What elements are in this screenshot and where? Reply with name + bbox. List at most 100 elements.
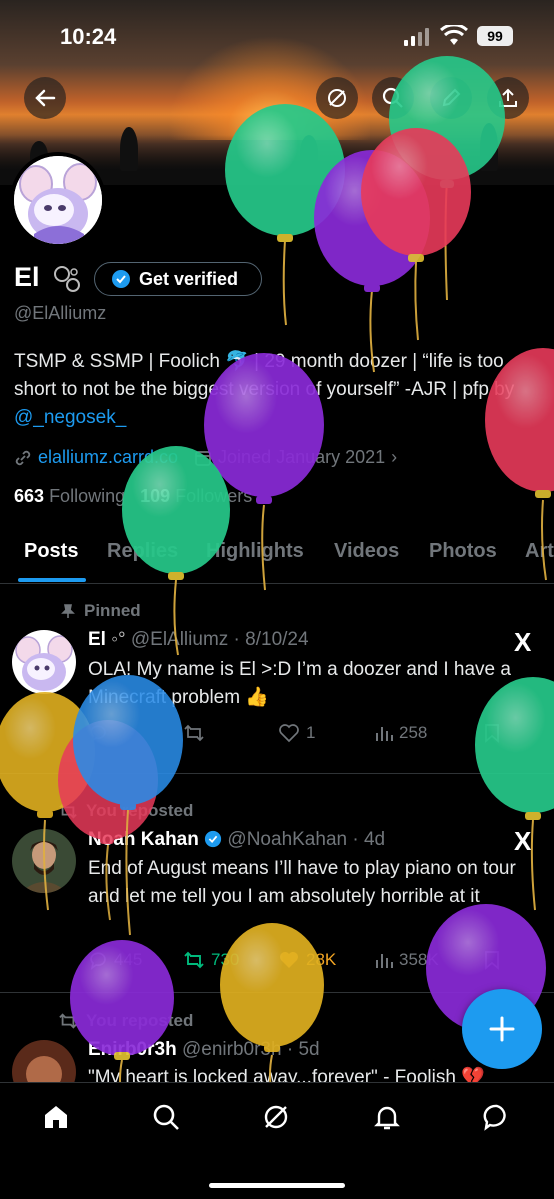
profile-tabs: Posts Replies Highlights Videos Photos A…	[0, 528, 554, 584]
like-icon	[279, 724, 299, 743]
website-link[interactable]: elalliumz.carrd.co	[38, 447, 178, 468]
banner-tree	[480, 123, 498, 171]
bookmark-button[interactable]	[483, 723, 501, 743]
active-tab-indicator	[18, 578, 86, 582]
compose-button[interactable]	[462, 989, 542, 1069]
tweet-avatar[interactable]	[12, 829, 76, 893]
tweet-actions: 445 730 28K 358K	[88, 950, 540, 970]
tweet-text: "My heart is locked away...forever" - Fo…	[88, 1067, 485, 1082]
views-button[interactable]: 358K	[373, 950, 483, 970]
home-icon	[45, 1106, 67, 1128]
followers-link[interactable]: 109 Followers	[140, 486, 252, 506]
wifi-icon	[440, 25, 468, 45]
grok-button[interactable]	[316, 77, 358, 119]
bottom-navigation	[0, 1082, 554, 1199]
share-icon	[499, 88, 517, 107]
search-button[interactable]	[372, 77, 414, 119]
tweet-actions: 1 258	[88, 723, 540, 743]
tweet-divider	[0, 992, 554, 993]
repost-button[interactable]	[183, 723, 278, 743]
pinned-label: Pinned	[60, 601, 141, 621]
status-bar: 10:24 99	[0, 0, 554, 70]
back-button[interactable]	[24, 77, 66, 119]
link-icon	[15, 450, 31, 465]
tweet-avatar[interactable]	[12, 630, 76, 694]
nav-notifications[interactable]	[367, 1097, 407, 1137]
tab-highlights[interactable]: Highlights	[206, 540, 304, 563]
search-icon	[153, 1104, 179, 1130]
tweet-author-name: El	[88, 629, 106, 650]
get-verified-button[interactable]: Get verified	[94, 262, 262, 296]
tab-videos[interactable]: Videos	[334, 540, 399, 563]
reply-icon	[90, 952, 106, 970]
nav-home[interactable]	[36, 1097, 76, 1137]
tab-replies[interactable]: Replies	[107, 540, 178, 563]
plus-icon	[489, 1016, 515, 1042]
edit-button[interactable]	[430, 77, 472, 119]
like-icon	[280, 952, 298, 968]
pin-icon	[61, 604, 75, 618]
home-indicator[interactable]	[209, 1183, 345, 1188]
tweet-divider	[0, 773, 554, 774]
tweet-text: End of August means I’ll have to play pi…	[88, 858, 516, 907]
reposted-label: You reposted	[58, 801, 193, 821]
reposted-label: You reposted	[58, 1011, 193, 1031]
joined-date: Joined January 2021	[218, 447, 386, 467]
avatar-illustration	[14, 156, 102, 244]
tweet-date: 5d	[298, 1039, 320, 1060]
nav-grok[interactable]	[256, 1097, 296, 1137]
search-icon	[382, 87, 403, 108]
follow-counts: 663 Following 109 Followers	[14, 486, 252, 507]
banner-tree	[300, 135, 318, 171]
bookmark-icon	[485, 951, 499, 970]
reply-button[interactable]: 445	[88, 950, 183, 970]
profile-avatar[interactable]	[10, 152, 106, 248]
x-logo-icon[interactable]: X	[514, 826, 531, 857]
tab-posts[interactable]: Posts	[24, 540, 78, 563]
cell-signal-icon	[404, 28, 429, 46]
repost-button[interactable]: 730	[183, 950, 278, 970]
bookmark-button[interactable]	[483, 950, 501, 970]
repost-icon	[59, 1013, 77, 1029]
tweet-author-name: Enirb0r3h	[88, 1039, 177, 1060]
tab-photos[interactable]: Photos	[429, 540, 497, 563]
bio-text: TSMP & SSMP | Foolich 🐬 | 29 month dooze…	[14, 351, 515, 400]
banner-tree	[120, 127, 138, 171]
reply-button[interactable]	[88, 723, 183, 743]
following-link[interactable]: 663 Following	[14, 486, 125, 506]
views-button[interactable]: 258	[373, 723, 483, 743]
tweet-date: 8/10/24	[245, 629, 309, 650]
tab-art[interactable]: Art	[525, 540, 554, 563]
profile-bio: TSMP & SSMP | Foolich 🐬 | 29 month dooze…	[14, 348, 544, 432]
profile-name: El	[14, 262, 40, 292]
nav-messages[interactable]	[477, 1097, 517, 1137]
back-arrow-icon	[35, 89, 56, 107]
grok-icon	[264, 1105, 288, 1129]
bio-mention-link[interactable]: @_negosek_	[14, 407, 126, 428]
nav-search[interactable]	[146, 1097, 186, 1137]
profile-meta: elalliumz.carrd.co Joined January 2021 ›	[14, 447, 397, 468]
tweet-author-handle: @ElAlliumz	[130, 629, 229, 650]
edit-icon	[442, 88, 461, 107]
tweet-date: 4d	[363, 829, 386, 850]
tweet-text: OLA! My name is El >:D I’m a doozer and …	[88, 659, 511, 708]
like-button[interactable]: 1	[278, 723, 373, 743]
tweet-author-handle: @enirb0r3h	[181, 1039, 282, 1060]
share-button[interactable]	[487, 77, 529, 119]
calendar-icon	[195, 450, 211, 466]
profile-handle: @ElAlliumz	[14, 303, 107, 323]
reply-icon	[90, 725, 106, 743]
battery-indicator: 99	[477, 26, 513, 46]
tweet-header: Enirb0r3h @enirb0r3h · 5d	[88, 1039, 320, 1060]
x-logo-icon[interactable]: X	[514, 627, 531, 658]
like-button[interactable]: 28K	[278, 950, 373, 970]
chevron-right-icon[interactable]: ›	[391, 447, 397, 468]
verified-badge-icon	[112, 270, 130, 288]
views-icon	[376, 727, 393, 741]
tweet-header: Noah Kahan @NoahKahan · 4d	[88, 829, 386, 850]
tweet-header: El ◦° @ElAlliumz · 8/10/24	[88, 629, 309, 650]
repost-icon	[184, 951, 204, 969]
grok-icon	[328, 89, 346, 107]
bubbles-emoji-icon	[54, 266, 80, 292]
bubbles-emoji-icon: ◦°	[111, 629, 126, 650]
